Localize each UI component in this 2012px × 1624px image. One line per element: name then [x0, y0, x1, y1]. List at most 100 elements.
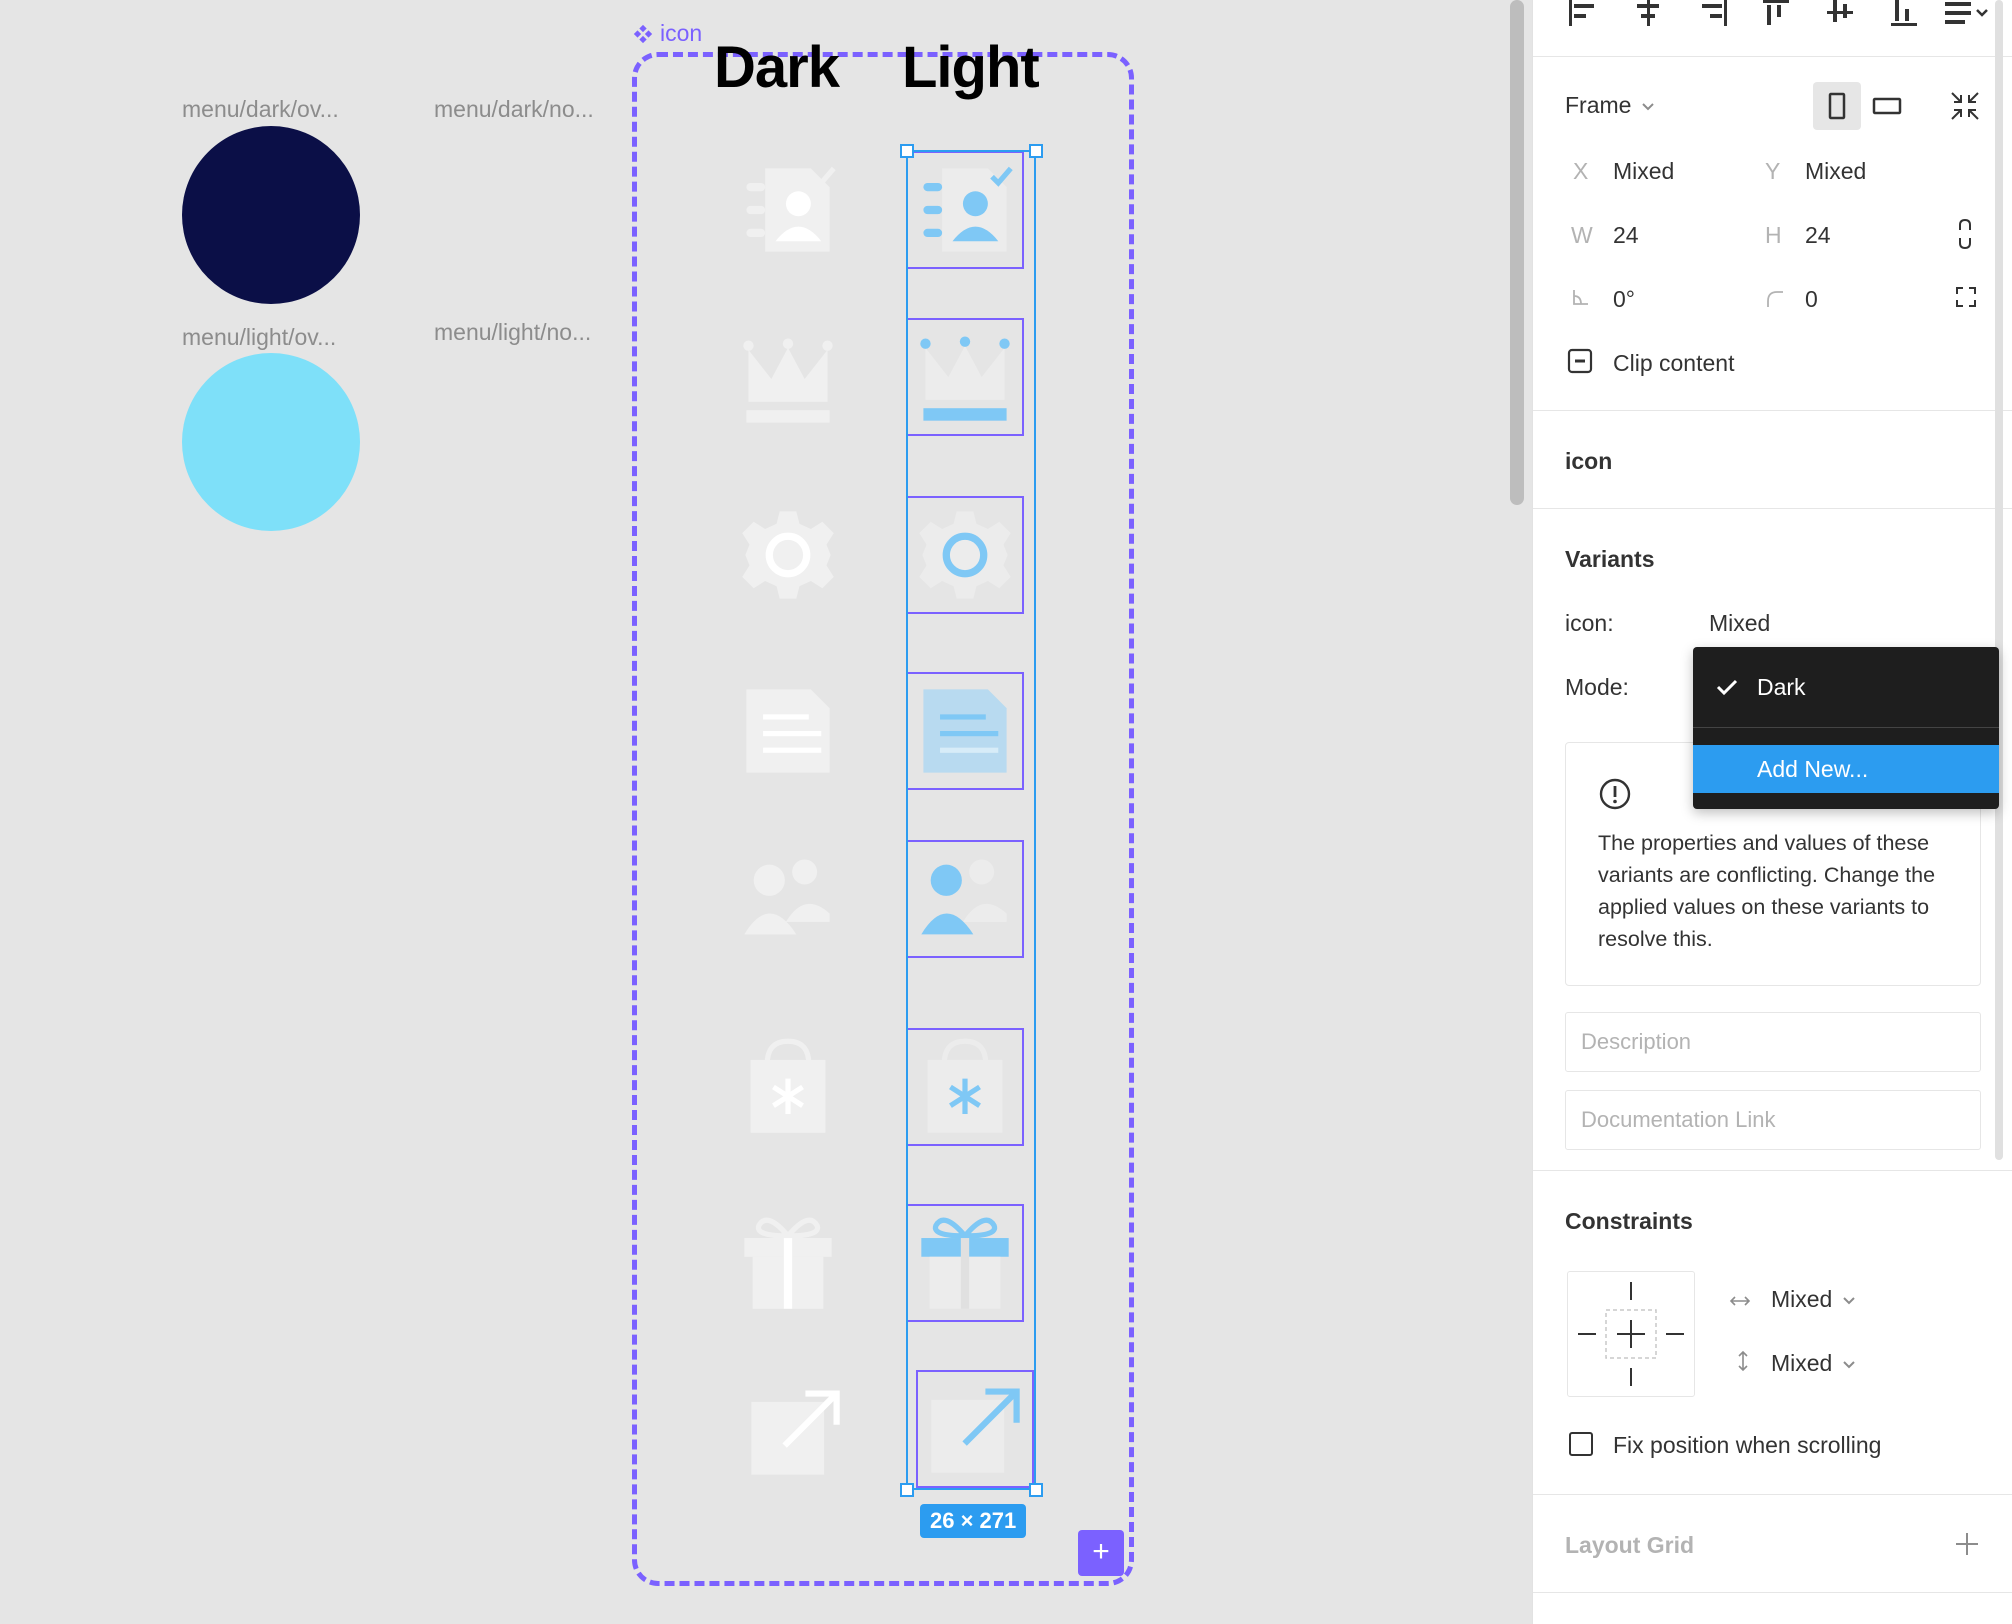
variant-light-gift[interactable] [906, 1204, 1024, 1322]
corner-radius-icon [1765, 288, 1785, 315]
clip-content-checkbox[interactable] [1567, 348, 1593, 380]
settings-icon [742, 511, 834, 599]
variant-light-settings[interactable] [906, 496, 1024, 614]
align-top-icon [1763, 0, 1789, 25]
rotation-icon [1571, 286, 1591, 313]
users-icon [744, 859, 830, 935]
align-bottom-button[interactable] [1887, 0, 1921, 26]
variant-light-document[interactable] [906, 672, 1024, 790]
panel-scrollbar[interactable] [1995, 0, 2003, 1160]
align-top-button[interactable] [1759, 0, 1793, 26]
corner-radius-input[interactable]: 0 [1805, 286, 1818, 313]
component-name[interactable]: icon [1565, 448, 1612, 475]
settings-icon [919, 511, 1011, 599]
distribute-menu-button[interactable] [1943, 0, 1993, 26]
variants-title: Variants [1565, 546, 1655, 572]
resize-handle-bottom-left[interactable] [900, 1483, 914, 1497]
resize-to-fit-button[interactable] [1949, 90, 1981, 128]
constraints-widget[interactable] [1567, 1271, 1695, 1397]
rotation-input[interactable]: 0° [1613, 286, 1635, 313]
divider [1533, 1170, 2012, 1171]
horizontal-constraint-icon [1729, 1288, 1751, 1315]
frame-type-select[interactable]: Frame [1565, 92, 1655, 119]
add-variant-button[interactable]: + [1078, 1530, 1124, 1576]
variant-dark-external-link[interactable] [736, 1372, 854, 1490]
variant-mode-label: Mode: [1565, 674, 1629, 700]
add-layout-grid-button[interactable] [1953, 1530, 1981, 1564]
component-set-tag[interactable]: icon [632, 20, 702, 47]
landscape-icon [1872, 97, 1902, 115]
document-icon [746, 689, 830, 773]
swatch-label-light-overlay: menu/light/ov... [182, 324, 337, 350]
description-input[interactable] [1565, 1012, 1981, 1072]
resize-handle-top-left[interactable] [900, 144, 914, 158]
variant-light-address-book[interactable] [906, 151, 1024, 269]
address-book-icon [923, 166, 1013, 252]
swatch-label-light-normal: menu/light/no... [434, 319, 592, 345]
layout-grid-title: Layout Grid [1565, 1532, 1695, 1558]
swatch-dark-overlay[interactable] [182, 126, 360, 304]
y-input[interactable]: Mixed [1805, 158, 1866, 185]
gift-icon [921, 1217, 1009, 1309]
align-center-icon [1637, 0, 1659, 26]
chevron-down-icon [1843, 1296, 1856, 1304]
align-left-icon [1569, 0, 1594, 26]
mode-dropdown-menu: Dark Add New... [1693, 647, 1999, 809]
vertical-constraint-icon [1735, 1350, 1751, 1378]
design-canvas[interactable]: menu/dark/ov... menu/dark/no... menu/lig… [0, 0, 1532, 1624]
w-input[interactable]: 24 [1613, 222, 1639, 249]
variant-icon-select[interactable]: Mixed [1709, 610, 1770, 637]
link-icon [1959, 218, 1971, 250]
align-right-button[interactable] [1695, 0, 1729, 26]
fix-position-checkbox[interactable] [1569, 1432, 1593, 1456]
variant-light-users[interactable] [906, 840, 1024, 958]
bag-icon [927, 1038, 1003, 1133]
variant-dark-document[interactable] [729, 672, 847, 790]
independent-corners-button[interactable] [1955, 286, 1977, 314]
frame-label: Frame [1565, 92, 1632, 118]
horizontal-constraint-select[interactable]: Mixed [1771, 1286, 1856, 1313]
resize-handle-bottom-right[interactable] [1029, 1483, 1043, 1497]
landscape-orientation-button[interactable] [1863, 82, 1911, 130]
variant-dark-gift[interactable] [729, 1204, 847, 1322]
constraints-title: Constraints [1565, 1208, 1693, 1234]
documentation-link-input[interactable] [1565, 1090, 1981, 1150]
address-book-icon [746, 166, 836, 252]
portrait-orientation-button[interactable] [1813, 82, 1861, 130]
checkbox-minus-icon [1567, 348, 1593, 374]
column-title-dark: Dark [714, 35, 840, 100]
variant-light-crown[interactable] [906, 318, 1024, 436]
distribute-icon [1945, 2, 1988, 24]
variant-dark-users[interactable] [729, 840, 847, 958]
variant-dark-bag[interactable] [729, 1028, 847, 1146]
corners-icon [1956, 287, 1976, 307]
plus-icon [1956, 1533, 1978, 1555]
crown-icon [920, 336, 1010, 421]
variant-light-bag[interactable] [906, 1028, 1024, 1146]
mode-option-add-new[interactable]: Add New... [1693, 745, 1999, 793]
external-link-icon [751, 1390, 840, 1475]
resize-handle-top-right[interactable] [1029, 144, 1043, 158]
divider [1533, 1592, 2012, 1593]
align-horizontal-center-button[interactable] [1631, 0, 1665, 26]
swatch-light-overlay[interactable] [182, 353, 360, 531]
component-set-frame[interactable] [632, 52, 1134, 1586]
constrain-proportions-button[interactable] [1957, 218, 1973, 256]
variant-dark-address-book[interactable] [729, 151, 847, 269]
y-label: Y [1765, 158, 1781, 184]
divider [1533, 410, 2012, 411]
h-input[interactable]: 24 [1805, 222, 1831, 249]
align-vertical-center-button[interactable] [1823, 0, 1857, 26]
align-right-icon [1702, 0, 1727, 26]
variant-light-external-link[interactable] [916, 1370, 1034, 1488]
canvas-scrollbar[interactable] [1510, 0, 1524, 505]
mode-option-dark[interactable]: Dark [1693, 663, 1999, 711]
variant-dark-crown[interactable] [729, 320, 847, 438]
x-input[interactable]: Mixed [1613, 158, 1674, 185]
component-icon [633, 24, 653, 43]
chevron-down-icon [1843, 1360, 1856, 1368]
vertical-constraint-select[interactable]: Mixed [1771, 1350, 1856, 1377]
align-left-button[interactable] [1567, 0, 1601, 26]
selection-size-badge: 26 × 271 [920, 1504, 1027, 1538]
variant-dark-settings[interactable] [729, 496, 847, 614]
